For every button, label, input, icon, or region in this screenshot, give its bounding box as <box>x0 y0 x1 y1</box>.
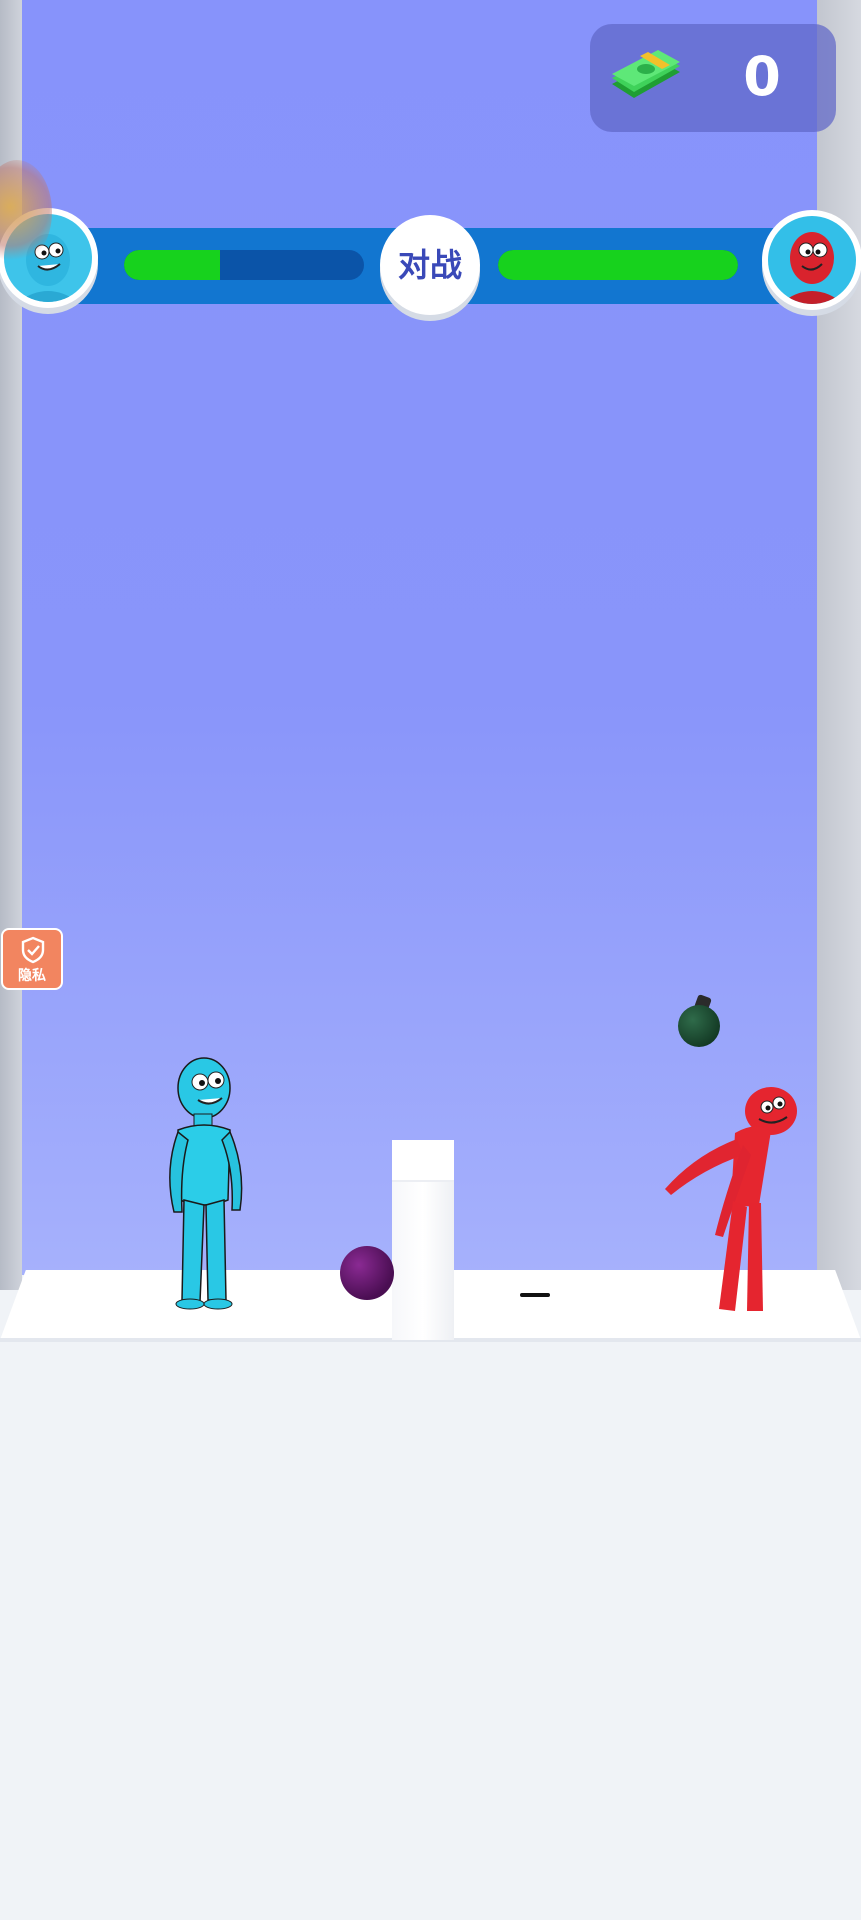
cash-stack-icon <box>612 50 680 98</box>
right-wall <box>817 0 861 1290</box>
sky-backdrop <box>22 0 817 1275</box>
floor-debris <box>520 1293 550 1297</box>
player-health-bar <box>124 250 364 280</box>
purple-ball <box>340 1246 394 1300</box>
opponent-health-fill <box>498 250 738 280</box>
center-pillar-top <box>392 1140 454 1182</box>
red-character-avatar-icon <box>768 216 856 304</box>
player-health-fill <box>124 250 220 280</box>
opponent-health-bar <box>498 250 738 280</box>
red-fighter <box>665 1087 797 1311</box>
versus-label: 对战 <box>397 246 462 284</box>
shield-check-icon <box>21 936 45 964</box>
currency-display: 0 <box>590 24 836 132</box>
blue-fighter <box>169 1057 243 1310</box>
game-stage: 0 对战 隐私 <box>0 0 861 1920</box>
lower-ground <box>0 1340 861 1920</box>
versus-badge: 对战 <box>380 215 480 315</box>
privacy-button[interactable]: 隐私 <box>1 928 63 990</box>
opponent-avatar <box>762 210 861 310</box>
bomb <box>678 1005 720 1047</box>
currency-value: 0 <box>743 45 781 108</box>
privacy-label: 隐私 <box>18 968 46 984</box>
